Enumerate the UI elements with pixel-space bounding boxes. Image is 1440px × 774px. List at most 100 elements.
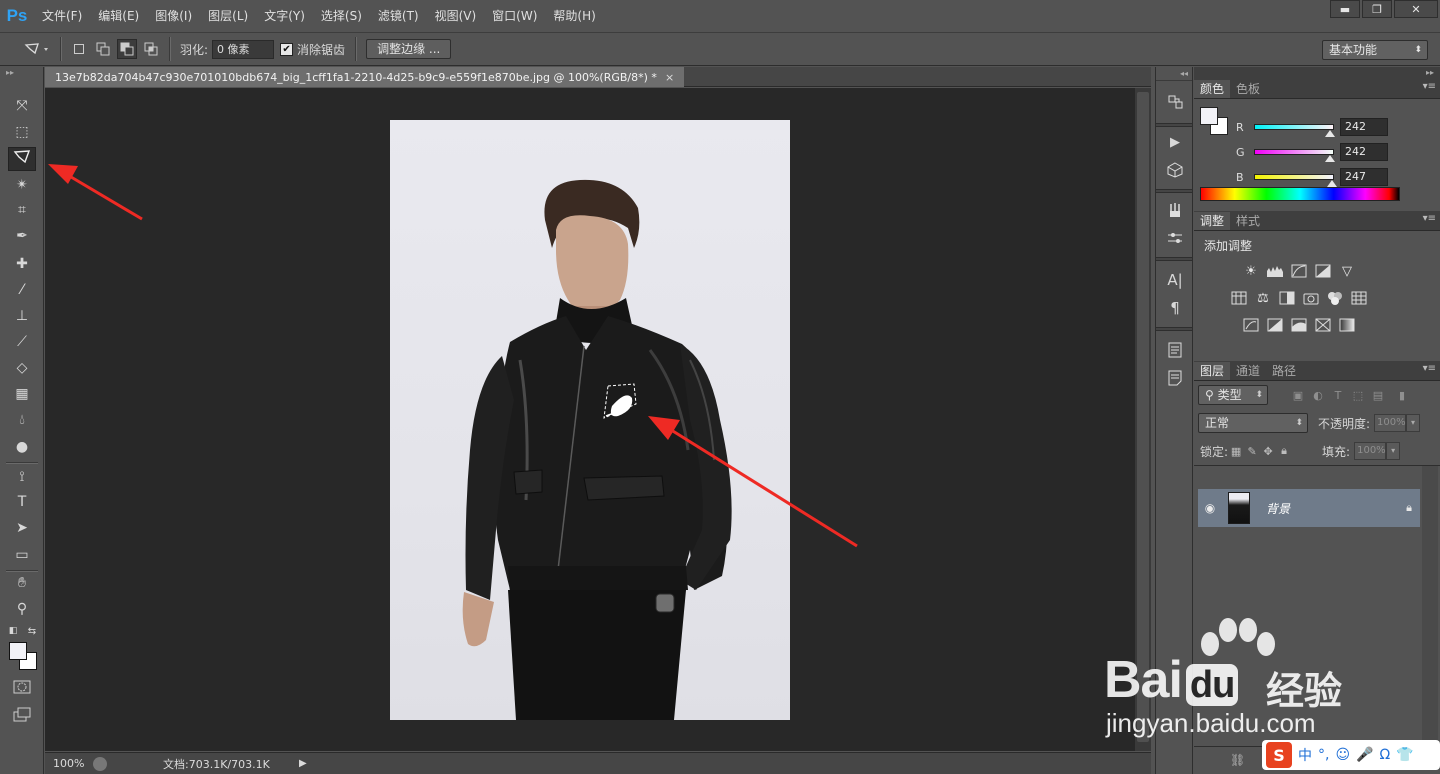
- polygonal-lasso-tool[interactable]: [8, 147, 36, 171]
- toolbar-collapse-icon[interactable]: ▸▸: [0, 67, 43, 79]
- selective-color-icon[interactable]: [1314, 317, 1332, 333]
- zoom-level-field[interactable]: 100%: [45, 756, 93, 772]
- character-panel-icon[interactable]: A|: [1164, 269, 1186, 291]
- fill-input[interactable]: 100%: [1354, 442, 1387, 460]
- dock-collapse-icon[interactable]: ◂◂: [1156, 67, 1192, 81]
- color-balance-icon[interactable]: ⚖: [1254, 290, 1272, 306]
- menu-view[interactable]: 视图(V): [427, 0, 485, 32]
- menu-select[interactable]: 选择(S): [313, 0, 370, 32]
- menu-image[interactable]: 图像(I): [147, 0, 200, 32]
- 3d-panel-icon[interactable]: [1164, 159, 1186, 181]
- menu-file[interactable]: 文件(F): [34, 0, 90, 32]
- dodge-tool[interactable]: ●: [8, 435, 36, 459]
- restore-button[interactable]: ❐: [1362, 0, 1392, 18]
- tab-swatches[interactable]: 色板: [1230, 80, 1266, 98]
- notes-panel-icon[interactable]: [1164, 367, 1186, 389]
- shape-tool[interactable]: ▭: [8, 543, 36, 567]
- refine-edge-button[interactable]: 调整边缘 ...: [366, 39, 452, 59]
- red-slider-thumb[interactable]: [1325, 130, 1335, 137]
- menu-type[interactable]: 文字(Y): [256, 0, 313, 32]
- layers-scrollbar[interactable]: [1422, 466, 1438, 774]
- tab-adjustments[interactable]: 调整: [1194, 212, 1231, 230]
- layer-filter-kind-select[interactable]: ⚲ 类型 ⬍: [1198, 385, 1268, 405]
- type-layer-filter-icon[interactable]: T: [1328, 387, 1348, 403]
- brush-presets-icon[interactable]: [1164, 199, 1186, 221]
- layer-visibility-eye-icon[interactable]: ◉: [1198, 501, 1222, 515]
- crop-tool[interactable]: ⌗: [8, 198, 36, 222]
- color-spectrum-ramp[interactable]: [1200, 187, 1400, 201]
- clone-stamp-tool[interactable]: ⊥: [8, 304, 36, 328]
- status-preview-icon[interactable]: [93, 756, 107, 771]
- panel-menu-icon[interactable]: ▾≡: [1423, 213, 1436, 224]
- panel-menu-icon[interactable]: ▾≡: [1423, 363, 1436, 374]
- paragraph-panel-icon[interactable]: ¶: [1164, 297, 1186, 319]
- foreground-color-swatch[interactable]: [9, 642, 27, 660]
- scrollbar-thumb[interactable]: [1137, 92, 1149, 742]
- healing-brush-tool[interactable]: ✚: [8, 252, 36, 276]
- actions-play-icon[interactable]: ▶: [1164, 131, 1186, 153]
- hue-saturation-icon[interactable]: [1230, 290, 1248, 306]
- eyedropper-tool[interactable]: ✒: [8, 224, 36, 248]
- channel-mixer-icon[interactable]: [1326, 290, 1344, 306]
- layer-row-background[interactable]: ◉ 背景 🔒︎: [1198, 489, 1420, 527]
- red-value-input[interactable]: 242: [1340, 118, 1388, 136]
- history-panel-icon[interactable]: [1164, 91, 1186, 113]
- link-layers-icon[interactable]: ⛓: [1230, 753, 1245, 767]
- green-value-input[interactable]: 242: [1340, 143, 1388, 161]
- add-to-selection-button[interactable]: [93, 39, 113, 59]
- brush-tool[interactable]: ⁄: [8, 278, 36, 302]
- pen-tool[interactable]: ⟟: [8, 465, 36, 489]
- screen-mode-icon[interactable]: [8, 703, 36, 727]
- invert-icon[interactable]: [1242, 317, 1260, 333]
- sogou-logo[interactable]: S: [1266, 742, 1292, 768]
- ime-skin-icon[interactable]: 👕: [1396, 747, 1413, 763]
- vibrance-icon[interactable]: ▽: [1338, 263, 1356, 279]
- menu-window[interactable]: 窗口(W): [484, 0, 545, 32]
- new-selection-button[interactable]: [69, 39, 89, 59]
- lock-image-pixels-icon[interactable]: ✎: [1244, 443, 1260, 459]
- hand-tool[interactable]: ✋︎: [8, 571, 36, 595]
- zoom-tool[interactable]: ⚲: [8, 597, 36, 621]
- blue-value-input[interactable]: 247: [1340, 168, 1388, 186]
- layer-name[interactable]: 背景: [1266, 500, 1290, 517]
- green-slider[interactable]: [1254, 149, 1335, 162]
- brightness-contrast-icon[interactable]: ☀: [1242, 263, 1260, 279]
- tool-preset-picker[interactable]: [22, 39, 52, 59]
- document-tab[interactable]: 13e7b82da704b47c930e701010bdb674_big_1cf…: [45, 67, 685, 87]
- opacity-input[interactable]: 100%: [1374, 414, 1407, 432]
- color-foreground-swatch[interactable]: [1200, 107, 1218, 125]
- photo-filter-icon[interactable]: [1302, 290, 1320, 306]
- feather-input[interactable]: 0 像素: [212, 39, 275, 59]
- antialias-checkbox[interactable]: ✔: [280, 42, 294, 56]
- menu-layer[interactable]: 图层(L): [200, 0, 256, 32]
- ime-mic-icon[interactable]: 🎤: [1356, 747, 1373, 763]
- menu-edit[interactable]: 编辑(E): [90, 0, 147, 32]
- red-slider[interactable]: [1254, 124, 1335, 137]
- info-panel-icon[interactable]: [1164, 339, 1186, 361]
- magic-wand-tool[interactable]: ✴: [8, 173, 36, 197]
- subtract-from-selection-button[interactable]: [117, 39, 137, 59]
- menu-filter[interactable]: 滤镜(T): [370, 0, 427, 32]
- status-menu-arrow-icon[interactable]: ▶: [299, 758, 307, 769]
- close-button[interactable]: ✕: [1394, 0, 1438, 18]
- opacity-dropdown-icon[interactable]: ▾: [1406, 414, 1421, 432]
- vertical-scrollbar[interactable]: [1135, 88, 1151, 751]
- black-white-icon[interactable]: [1278, 290, 1296, 306]
- panel-menu-icon[interactable]: ▾≡: [1423, 81, 1436, 92]
- threshold-icon[interactable]: [1290, 317, 1308, 333]
- tab-paths[interactable]: 路径: [1266, 362, 1302, 380]
- move-tool[interactable]: ⤧: [8, 94, 36, 118]
- lock-position-icon[interactable]: ✥: [1260, 443, 1276, 459]
- tab-color[interactable]: 颜色: [1194, 80, 1231, 98]
- lock-all-icon[interactable]: 🔒︎: [1276, 443, 1292, 459]
- exposure-icon[interactable]: [1314, 263, 1332, 279]
- close-tab-icon[interactable]: ×: [665, 71, 674, 84]
- document-image[interactable]: [390, 120, 790, 720]
- default-colors-icon[interactable]: ◧: [4, 624, 22, 638]
- blue-slider-thumb[interactable]: [1327, 180, 1337, 187]
- workspace-select[interactable]: 基本功能 ⬍: [1322, 40, 1428, 60]
- shape-layer-filter-icon[interactable]: ⬚: [1348, 387, 1368, 403]
- curves-icon[interactable]: [1290, 263, 1308, 279]
- marquee-tool[interactable]: ⬚: [8, 120, 36, 144]
- minimize-button[interactable]: ▬: [1330, 0, 1360, 18]
